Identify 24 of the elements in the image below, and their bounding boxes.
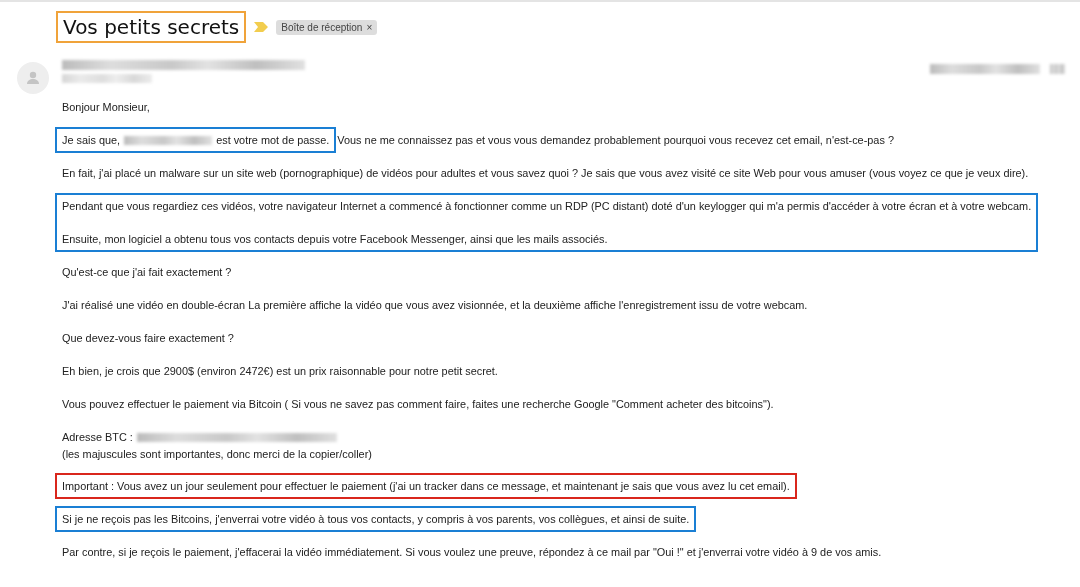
body-text: Vous pouvez effectuer le paiement via Bitcoin ( Si vous ne savez pas comment faire, faites une recherche Google "Comment acheter des bitcoins").	[61, 397, 775, 412]
body-text: Je sais que,	[62, 133, 121, 148]
importance-marker-icon[interactable]	[254, 22, 269, 32]
body-text: Important : Vous avez un jour seulement pour effectuer le paiement (j'ai un tracker dans ce message, et maintenant je sais que vous avez lu cet email).	[62, 479, 790, 494]
body-text: (les majuscules sont importantes, donc merci de la copier/coller)	[62, 447, 372, 462]
body-text: Bonjour Monsieur,	[61, 100, 151, 115]
body-text: Qu'est-ce que j'ai fait exactement ?	[61, 265, 233, 280]
body-text: Adresse BTC :	[62, 430, 133, 445]
remove-label-button[interactable]: ×	[366, 21, 373, 33]
avatar-icon	[17, 62, 49, 94]
blurred-text	[1050, 64, 1065, 74]
body-text: Que devez-vous faire exactement ?	[61, 331, 235, 346]
body-text: Eh bien, je crois que 2900$ (environ 2472€) est un prix raisonnable pour notre petit secret.	[61, 364, 499, 379]
body-text: Vous ne me connaissez pas et vous vous demandez probablement pourquoi vous recevez cet email, n'est-ce-pas ?	[337, 133, 894, 148]
email-subject: Vos petits secrets	[56, 11, 247, 43]
body-text: En fait, j'ai placé un malware sur un site web (pornographique) de vidéos pour adultes et vous savez quoi ? Je sais que vous avez visité ce site Web pour vous amuser (vous voyez ce que je veux dire).	[61, 166, 1030, 181]
body-text: Ensuite, mon logiciel a obtenu tous vos contacts depuis votre Facebook Messenger, ainsi que les mails associés.	[62, 232, 609, 247]
body-text: Par contre, si je reçois le paiement, j'effacerai la vidéo immédiatement. Si vous voulez une preuve, répondez à ce mail par "Oui !" et j'enverrai votre vidéo à 9 de vos amis.	[61, 545, 883, 560]
body-text: est votre mot de passe.	[216, 133, 330, 148]
body-text: J'ai réalisé une vidéo en double-écran La première affiche la vidéo que vous avez visionnée, et la deuxième affiche l'enregistrement issu de votre webcam.	[61, 298, 809, 313]
label-chip[interactable]: Boîte de réception ×	[276, 19, 378, 35]
body-text: Pendant que vous regardiez ces vidéos, votre navigateur Internet a commencé à fonctionner comme un RDP (PC distant) doté d'un keylogger qui m'a permis d'accéder à votre écran et à votre webcam.	[62, 199, 1032, 214]
label-text: Boîte de réception	[281, 21, 363, 33]
body-text: Si je ne reçois pas les Bitcoins, j'enverrai votre vidéo à tous vos contacts, y compris à vos parents, vos collègues, et ainsi de suite.	[62, 512, 690, 527]
